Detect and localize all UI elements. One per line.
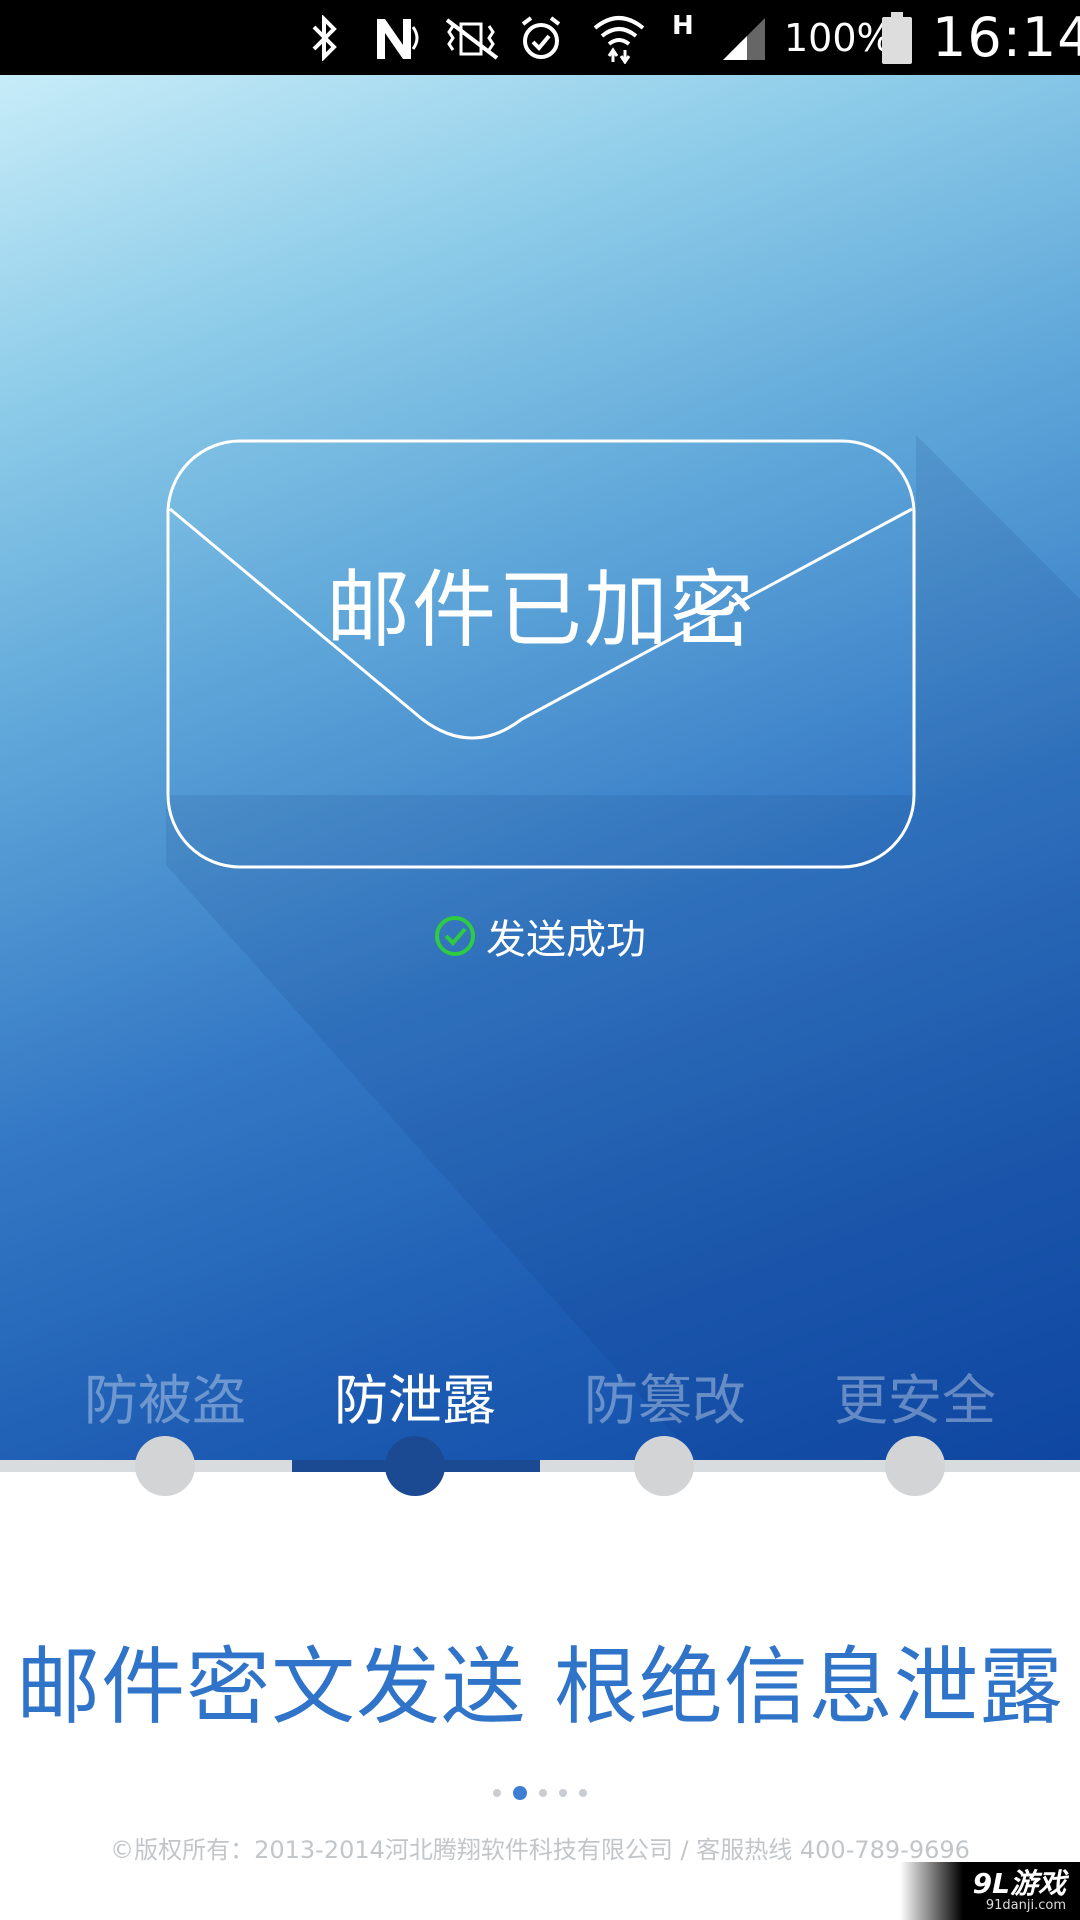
copyright-text: ©版权所有：2013-2014河北腾翔软件科技有限公司 / 客服热线 400-7… [110, 1836, 970, 1864]
tab-more-secure[interactable]: 更安全 [790, 1356, 1040, 1435]
alarm-icon [516, 10, 566, 66]
watermark-url: 91danji.com [985, 1898, 1066, 1913]
network-type-label: H [672, 10, 694, 41]
clock: 16:14 [932, 6, 1080, 69]
envelope-title: 邮件已加密 [325, 561, 756, 659]
vibrate-icon [440, 10, 504, 66]
tab-dot-anti-theft[interactable] [135, 1436, 195, 1496]
tab-dot-anti-leak[interactable] [385, 1436, 445, 1496]
site-watermark: 9L游戏 91danji.com [900, 1862, 1080, 1920]
hero-banner: 邮件已加密 发送成功 [0, 75, 1080, 1463]
pager-dot-active[interactable] [513, 1786, 527, 1800]
tab-anti-leak[interactable]: 防泄露 [290, 1356, 540, 1435]
check-circle-icon [435, 916, 475, 956]
signal-icon [718, 10, 768, 66]
nfc-icon [372, 10, 424, 66]
send-status-text: 发送成功 [486, 917, 646, 963]
tab-anti-theft[interactable]: 防被盗 [40, 1356, 290, 1435]
watermark-logo: 9L游戏 [972, 1867, 1066, 1900]
pager-dot[interactable] [559, 1789, 567, 1797]
tab-anti-tamper[interactable]: 防篡改 [540, 1356, 790, 1435]
tab-dot-more-secure[interactable] [885, 1436, 945, 1496]
battery-icon [880, 10, 914, 66]
feature-headline: 邮件密文发送 根绝信息泄露 [16, 1638, 1064, 1736]
pager-dot[interactable] [493, 1789, 501, 1797]
pager-dot[interactable] [539, 1789, 547, 1797]
wifi-icon [590, 10, 648, 66]
pager-dot[interactable] [579, 1789, 587, 1797]
status-bar: H 100% 16:14 [0, 0, 1080, 75]
page-indicator [0, 1786, 1080, 1800]
bluetooth-icon [305, 10, 345, 66]
battery-percent: 100% [784, 15, 893, 60]
send-status: 发送成功 [0, 907, 1080, 965]
tab-dot-anti-tamper[interactable] [634, 1436, 694, 1496]
